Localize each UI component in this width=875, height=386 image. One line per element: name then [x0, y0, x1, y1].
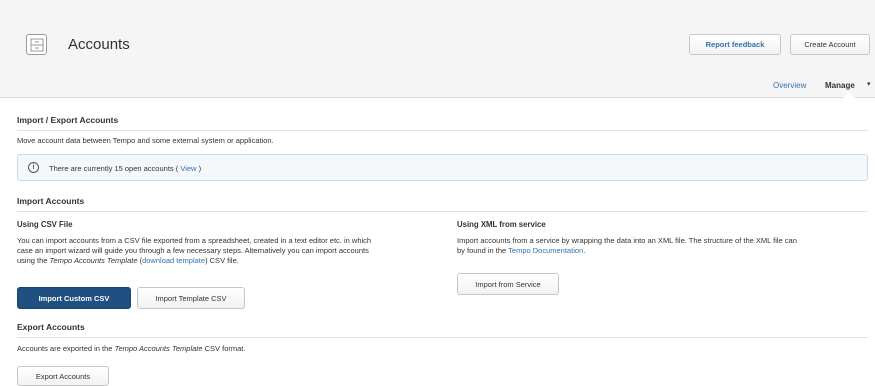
import-from-service-button[interactable]: Import from Service	[457, 273, 559, 295]
active-tab-pointer	[843, 92, 855, 98]
view-accounts-link[interactable]: View	[180, 164, 196, 173]
info-icon: i	[28, 162, 39, 173]
page-title: Accounts	[68, 36, 130, 53]
create-account-button[interactable]: Create Account	[790, 34, 870, 55]
export-description: Accounts are exported in the Tempo Accou…	[17, 344, 246, 353]
report-feedback-button[interactable]: Report feedback	[689, 34, 781, 55]
import-custom-csv-button[interactable]: Import Custom CSV	[17, 287, 131, 309]
info-message-text: There are currently 15 open accounts ( V…	[49, 164, 202, 173]
info-message: i There are currently 15 open accounts (…	[17, 154, 868, 181]
export-accounts-button[interactable]: Export Accounts	[17, 366, 109, 386]
xml-description-line: Import accounts from a service by wrappi…	[457, 236, 797, 245]
divider	[17, 211, 868, 212]
divider	[17, 337, 868, 338]
divider	[17, 130, 868, 131]
import-export-description: Move account data between Tempo and some…	[17, 136, 274, 145]
tab-manage[interactable]: Manage	[825, 81, 855, 90]
accounts-icon	[26, 34, 47, 55]
tempo-documentation-link[interactable]: Tempo Documentation	[508, 246, 583, 255]
export-accounts-heading: Export Accounts	[17, 322, 85, 332]
csv-section-heading: Using CSV File	[17, 220, 73, 229]
download-template-link[interactable]: download template	[142, 256, 205, 265]
csv-description-line: using the Tempo Accounts Template (downl…	[17, 256, 239, 265]
chevron-down-icon[interactable]: ▾	[867, 80, 871, 88]
xml-section-heading: Using XML from service	[457, 220, 546, 229]
page-header: Accounts Report feedback Create Account …	[0, 0, 875, 98]
import-export-heading: Import / Export Accounts	[17, 115, 119, 125]
csv-description-line: case an import wizard will guide you thr…	[17, 246, 369, 255]
tab-overview[interactable]: Overview	[773, 81, 806, 90]
xml-description-line: by found in the Tempo Documentation.	[457, 246, 586, 255]
import-template-csv-button[interactable]: Import Template CSV	[137, 287, 245, 309]
csv-description-line: You can import accounts from a CSV file …	[17, 236, 372, 245]
import-accounts-heading: Import Accounts	[17, 196, 85, 206]
